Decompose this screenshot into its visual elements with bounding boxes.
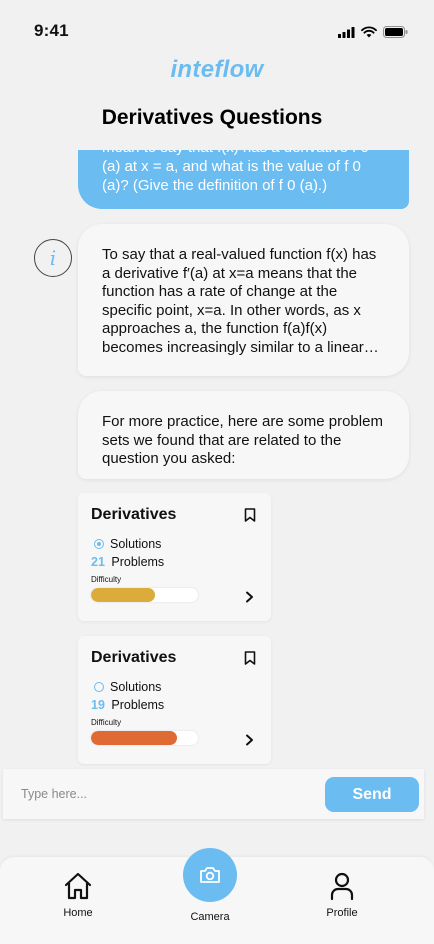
status-time: 9:41	[34, 21, 69, 40]
status-icons	[338, 26, 408, 38]
solutions-label: Solutions	[110, 537, 162, 551]
send-button[interactable]: Send	[325, 777, 419, 812]
ai-answer-text: To say that a real-valued function f(x) …	[102, 246, 377, 356]
problems-label: Problems	[111, 555, 165, 569]
bookmark-icon[interactable]	[244, 651, 256, 665]
tab-camera[interactable]: Camera	[170, 848, 250, 923]
chevron-right-icon[interactable]	[245, 734, 254, 746]
card-title: Derivatives	[91, 506, 177, 523]
ai-followup-text: For more practice, here are some problem…	[102, 413, 383, 467]
solutions-option[interactable]: Solutions	[94, 537, 161, 551]
problems-count: 21	[91, 555, 105, 569]
status-bar: 9:41	[0, 0, 434, 60]
card-title: Derivatives	[91, 649, 177, 666]
profile-icon	[330, 872, 354, 901]
ai-answer-bubble: To say that a real-valued function f(x) …	[78, 224, 409, 376]
bookmark-icon[interactable]	[244, 508, 256, 522]
tab-profile[interactable]: Profile	[302, 871, 382, 919]
problem-set-card[interactable]: Derivatives Solutions 19 Problems Diffic…	[78, 636, 271, 764]
difficulty-label: Difficulty	[91, 718, 122, 727]
difficulty-bar	[91, 731, 198, 745]
tab-home[interactable]: Home	[38, 871, 118, 919]
problems-label: Problems	[111, 698, 165, 712]
camera-icon	[200, 867, 220, 883]
difficulty-fill	[91, 731, 177, 745]
brand-logo: inteflow	[170, 56, 264, 83]
solutions-radio[interactable]	[94, 682, 104, 692]
user-message-text: mean to say that f(x) has a derivative f…	[102, 150, 369, 194]
ai-followup-bubble: For more practice, here are some problem…	[78, 391, 409, 479]
chevron-right-icon[interactable]	[245, 591, 254, 603]
difficulty-fill	[91, 588, 156, 602]
problems-count: 19	[91, 698, 105, 712]
wifi-icon	[361, 26, 377, 38]
page-title: Derivatives Questions	[101, 106, 323, 129]
home-icon	[64, 872, 92, 900]
difficulty-bar	[91, 588, 198, 602]
problems-count-row: 19 Problems	[91, 698, 164, 712]
tab-camera-label: Camera	[190, 911, 230, 923]
problems-count-row: 21 Problems	[91, 555, 164, 569]
camera-button[interactable]	[183, 848, 237, 902]
message-composer: Send	[3, 769, 424, 819]
tab-profile-label: Profile	[326, 907, 358, 919]
problem-set-card[interactable]: Derivatives Solutions 21 Problems Diffic…	[78, 493, 271, 621]
tab-home-label: Home	[63, 907, 93, 919]
bottom-tab-bar: Home Camera Profile	[0, 848, 434, 944]
solutions-label: Solutions	[110, 680, 162, 694]
message-input[interactable]	[13, 779, 313, 809]
solutions-option[interactable]: Solutions	[94, 680, 161, 694]
difficulty-label: Difficulty	[91, 575, 122, 584]
user-message-bubble: mean to say that f(x) has a derivative f…	[78, 150, 409, 209]
battery-icon	[383, 26, 408, 38]
chat-thread[interactable]: mean to say that f(x) has a derivative f…	[0, 150, 434, 766]
solutions-radio[interactable]	[94, 539, 104, 549]
info-icon: i	[34, 239, 72, 277]
signal-icon	[338, 26, 355, 38]
